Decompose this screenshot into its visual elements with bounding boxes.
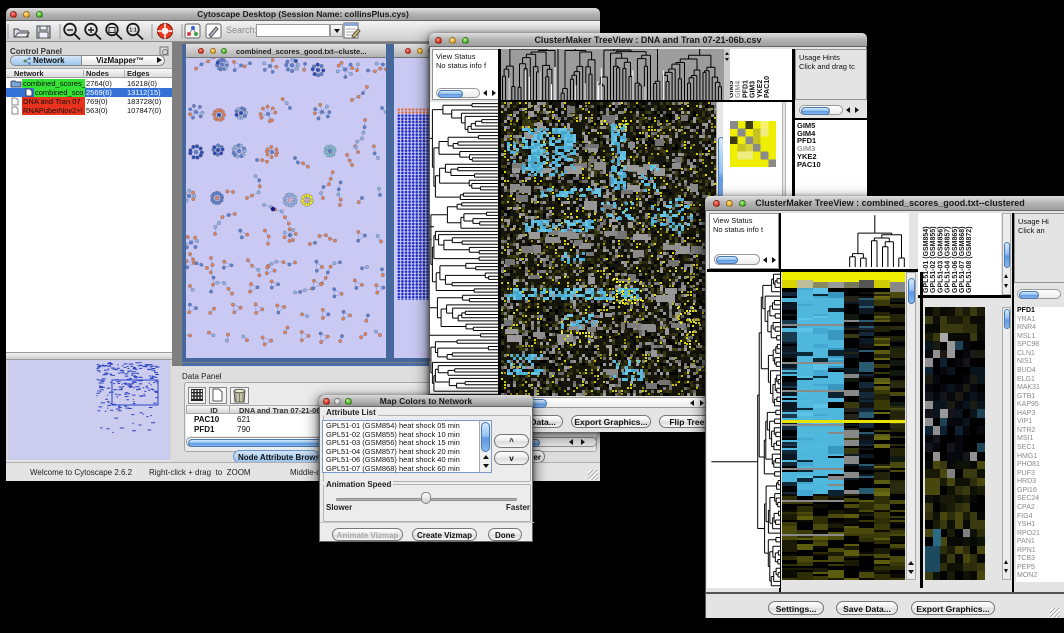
svg-text:PAC10: PAC10 <box>764 76 771 98</box>
svg-text:GPL51-03 (GSM856): GPL51-03 (GSM856) <box>937 226 944 293</box>
svg-text:GPL51-08 (GSM872): GPL51-08 (GSM872) <box>966 226 973 293</box>
svg-text:1:1: 1:1 <box>129 28 136 34</box>
svg-text:GPL51-06 (GSM865): GPL51-06 (GSM865) <box>952 226 959 293</box>
svg-text:GIM3: GIM3 <box>750 81 757 98</box>
svg-text:GPL51-01 (GSM854): GPL51-01 (GSM854) <box>923 226 930 293</box>
svg-text:YKE2: YKE2 <box>757 80 764 98</box>
svg-text:GIM4: GIM4 <box>735 81 742 98</box>
svg-text:GPL51-07 (GSM868): GPL51-07 (GSM868) <box>959 226 966 293</box>
svg-text:GPL51-02 (GSM855): GPL51-02 (GSM855) <box>930 226 937 293</box>
svg-text:GPL51-04 (GSM857): GPL51-04 (GSM857) <box>945 226 952 293</box>
svg-text:PFD1: PFD1 <box>742 80 749 98</box>
